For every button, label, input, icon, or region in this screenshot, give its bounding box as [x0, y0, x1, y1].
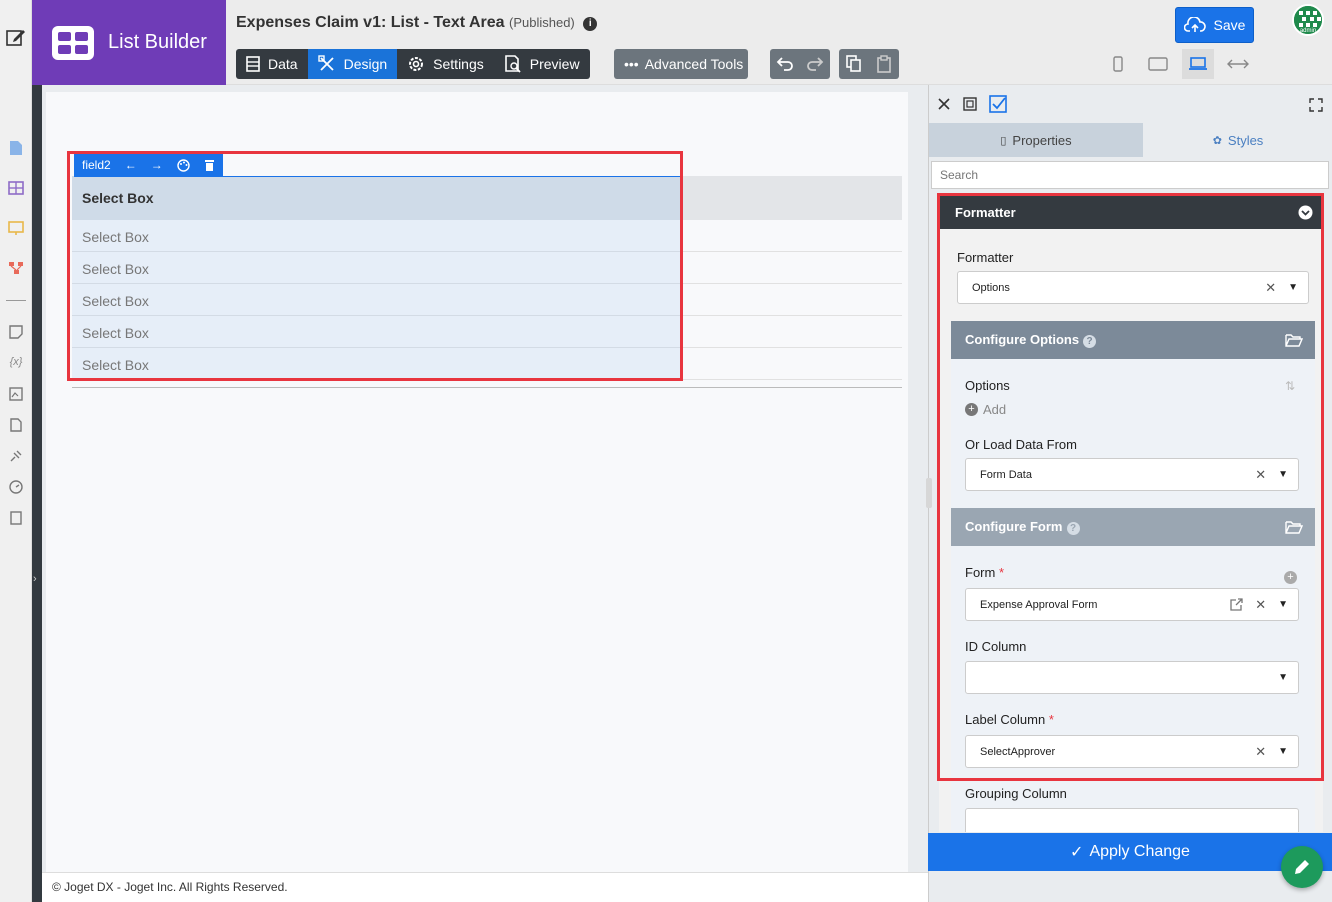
properties-panel: ▯ Properties ✿ Styles Search Formatter F… [928, 85, 1332, 902]
page-title: Expenses Claim v1: List - Text Area (Pub… [236, 14, 598, 32]
tab-settings[interactable]: Settings [397, 49, 494, 79]
ellipsis-icon: ••• [624, 56, 639, 72]
advanced-tools-button[interactable]: ••• Advanced Tools [614, 49, 748, 79]
log-icon[interactable] [7, 509, 25, 527]
cloud-upload-icon [1183, 17, 1206, 32]
gear-icon [409, 57, 424, 71]
tab-styles-label: Styles [1227, 132, 1264, 148]
close-icon[interactable] [937, 97, 951, 111]
copy-paste-group [839, 49, 899, 79]
copy-icon[interactable] [846, 55, 862, 73]
publish-status: (Published) [509, 15, 575, 30]
builder-name: List Builder [108, 31, 207, 53]
table-bottom-border [72, 387, 902, 388]
laptop-view-icon[interactable] [1182, 49, 1214, 79]
chevron-right-icon[interactable]: › [33, 573, 37, 585]
preview-icon [504, 55, 521, 73]
list-icon[interactable] [7, 179, 25, 197]
tab-preview-label: Preview [529, 56, 580, 72]
app-brand: List Builder [32, 0, 226, 85]
resource-icon[interactable] [7, 385, 25, 403]
device-view-switcher [1102, 49, 1254, 79]
tablet-view-icon[interactable] [1142, 49, 1174, 79]
grouping-column-select[interactable] [965, 808, 1299, 832]
avatar[interactable]: admin [1292, 4, 1324, 36]
tab-properties-label: Properties [1012, 132, 1072, 148]
palette-icon: ✿ [1212, 134, 1222, 147]
pencil-icon [1295, 860, 1309, 874]
tab-data-label: Data [268, 56, 298, 72]
info-icon[interactable]: i [583, 17, 598, 31]
note-icon[interactable] [7, 323, 25, 341]
expand-icon[interactable] [1309, 98, 1323, 112]
apply-change-label: Apply Change [1089, 843, 1190, 860]
plugin-icon[interactable] [7, 447, 25, 465]
document-icon: ▯ [1000, 134, 1007, 147]
data-icon [246, 56, 260, 72]
tab-design[interactable]: Design [307, 49, 398, 79]
fullwidth-view-icon[interactable] [1222, 49, 1254, 79]
dashboard-icon[interactable] [7, 478, 25, 496]
builder-header: Expenses Claim v1: List - Text Area (Pub… [226, 0, 1332, 85]
tab-data[interactable]: Data [236, 49, 308, 79]
undo-icon[interactable] [776, 56, 794, 72]
check-icon: ✓ [1070, 844, 1084, 861]
process-icon[interactable] [7, 259, 25, 277]
panel-resize-handle[interactable] [926, 478, 932, 508]
grouping-column-label: Grouping Column [965, 786, 1067, 801]
design-canvas: Select Box Select Box Select Box Select … [42, 85, 928, 872]
undo-redo-group [770, 49, 830, 79]
mode-tabs: Data Design Settings Preview [236, 49, 590, 79]
panel-toolbar [937, 95, 1007, 113]
property-search-input[interactable]: Search [931, 161, 1329, 189]
image-icon[interactable] [7, 416, 25, 434]
checkbox-icon[interactable] [989, 95, 1007, 113]
ui-icon[interactable] [7, 219, 25, 237]
app-title: Expenses Claim v1: List - Text Area [236, 14, 505, 31]
rail-divider [6, 300, 26, 301]
phone-view-icon[interactable] [1102, 49, 1134, 79]
avatar-username: admin [1299, 28, 1317, 34]
canvas-gutter: › [32, 85, 42, 902]
left-icon-rail: {x} [0, 0, 32, 902]
list-builder-logo [52, 25, 94, 60]
design-icon [317, 55, 334, 71]
edit-icon[interactable] [5, 26, 27, 48]
highlight-formatter-section [937, 193, 1324, 781]
tab-preview[interactable]: Preview [494, 49, 590, 79]
footer: © Joget DX - Joget Inc. All Rights Reser… [42, 872, 928, 902]
paste-icon[interactable] [876, 55, 892, 73]
redo-icon[interactable] [806, 56, 824, 72]
tab-settings-label: Settings [433, 56, 484, 72]
tab-styles[interactable]: ✿ Styles [1143, 123, 1332, 157]
save-button[interactable]: Save [1175, 7, 1254, 43]
tab-design-label: Design [343, 56, 388, 72]
tab-properties[interactable]: ▯ Properties [929, 123, 1143, 157]
panel-layout-icon[interactable] [963, 97, 977, 111]
form-icon[interactable] [7, 139, 25, 157]
advanced-tools-label: Advanced Tools [644, 56, 744, 72]
apply-change-button[interactable]: ✓ Apply Change [928, 833, 1332, 871]
panel-tabs: ▯ Properties ✿ Styles [929, 123, 1332, 157]
list-page: Select Box Select Box Select Box Select … [46, 92, 908, 872]
highlight-canvas-selection [67, 151, 683, 381]
save-label: Save [1213, 17, 1246, 33]
edit-fab-button[interactable] [1281, 846, 1323, 888]
variable-icon[interactable]: {x} [7, 353, 25, 371]
